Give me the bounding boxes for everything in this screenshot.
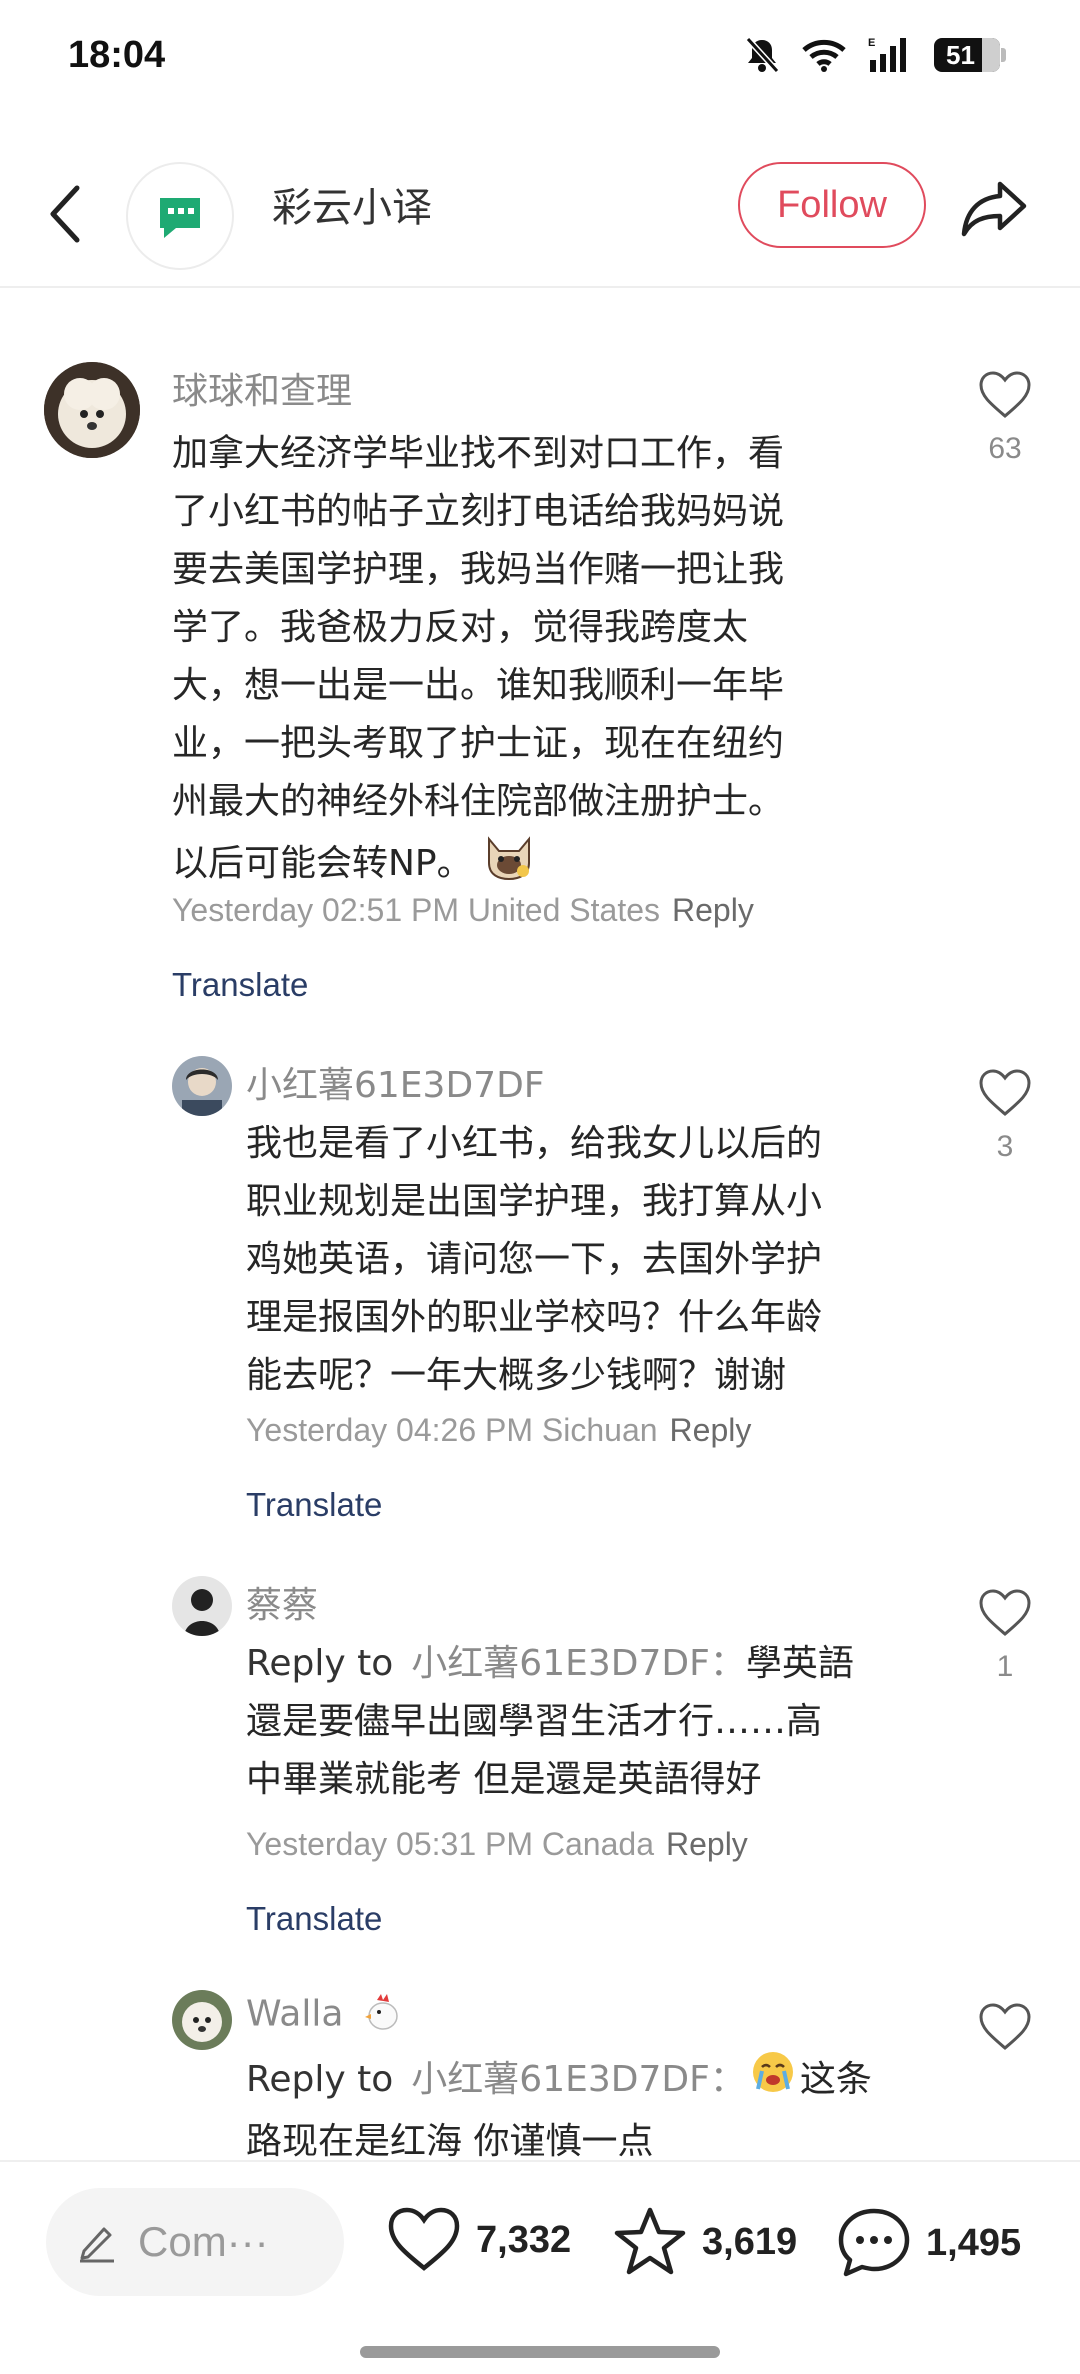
signal-icon: E (868, 37, 906, 72)
reply-button[interactable]: Reply (670, 1412, 752, 1448)
heart-icon (979, 1069, 1031, 1116)
home-indicator[interactable] (360, 2346, 720, 2358)
like-post-button[interactable]: 7,332 (386, 2206, 571, 2274)
comment-timestamp-location: Yesterday 04:26 PM Sichuan (246, 1412, 658, 1448)
post-header: 彩云小译 Follow (0, 140, 1080, 288)
comment-text-line: 能去呢？一年大概多少钱啊？谢谢 (246, 1355, 787, 1396)
dog-avatar-icon (44, 362, 140, 458)
comment-meta: Yesterday 05:31 PM Canada Reply (246, 1826, 748, 1863)
comment-text: Reply to 小红薯61E3D7DF： 这条 路现在是红海 你谨慎一点 (246, 2049, 936, 2171)
pencil-icon (80, 2227, 114, 2263)
comment-text-line: 加拿大经济学毕业找不到对口工作，看 (172, 433, 785, 474)
cat-emoji-icon (483, 831, 535, 899)
comment-input[interactable]: Com··· (46, 2188, 344, 2296)
heart-icon (979, 1589, 1031, 1636)
comment-text-line: 理是报国外的职业学校吗？什么年龄 (246, 1297, 823, 1338)
reply-to-label: Reply to (246, 1643, 394, 1684)
reply-target-username[interactable]: 小红薯61E3D7DF (411, 2059, 710, 2100)
comment-text-line: 这条 (799, 2059, 872, 2100)
comment-text: 加拿大经济学毕业找不到对口工作，看 了小红书的帖子立刻打电话给我妈妈说 要去美国… (172, 425, 912, 899)
comment-timestamp-location: Yesterday 05:31 PM Canada (246, 1826, 654, 1862)
collect-button[interactable]: 3,619 (612, 2206, 797, 2278)
comment-text-line: 中畢業就能考 但是還是英語得好 (246, 1759, 762, 1800)
heart-icon (388, 2207, 460, 2271)
chat-bubble-logo-icon (160, 198, 200, 238)
like-button[interactable]: 63 (970, 370, 1040, 466)
comment-text-line: Reply to 小红薯61E3D7DF： 这条 (246, 2049, 936, 2113)
comment-bubble-icon (838, 2208, 910, 2277)
collect-count: 3,619 (702, 2220, 798, 2263)
comment-text-line: 学了。我爸极力反对，觉得我跨度太 (172, 607, 749, 648)
comment-text-line: 以后可能会转NP。 (172, 843, 473, 884)
comment-text-line: 還是要儘早出國學習生活才行……高 (246, 1701, 823, 1742)
comment-text: 我也是看了小红书，给我女儿以后的 职业规划是出国学护理，我打算从小 鸡她英语，请… (246, 1115, 926, 1405)
comment-text-line: 鸡她英语，请问您一下，去国外学护 (246, 1239, 823, 1280)
svg-text:E: E (868, 37, 875, 49)
comment-username[interactable]: 小红薯61E3D7DF (246, 1056, 545, 1108)
comment-timestamp-location: Yesterday 02:51 PM United States (172, 892, 660, 928)
like-button[interactable]: 1 (970, 1588, 1040, 1684)
reply-to-label: Reply to (246, 2059, 394, 2100)
like-count: 1 (996, 1650, 1014, 1683)
comment-count: 1,495 (926, 2221, 1022, 2264)
avatar[interactable] (172, 1056, 232, 1116)
crying-face-emoji-icon (750, 2049, 796, 2113)
follow-button[interactable]: Follow (738, 162, 926, 248)
avatar[interactable] (44, 362, 140, 458)
heart-icon (979, 2003, 1031, 2050)
comment-text-line: 州最大的神经外科住院部做注册护士。 (172, 781, 785, 822)
like-count: 3 (996, 1130, 1014, 1163)
comment-text-line: 要去美国学护理，我妈当作赌一把让我 (172, 549, 785, 590)
comment-meta: Yesterday 02:51 PM United States Reply (172, 892, 754, 929)
mute-bell-icon (745, 36, 780, 74)
author-avatar[interactable] (126, 162, 234, 270)
comment-text-line: Reply to 小红薯61E3D7DF：學英語 (246, 1643, 854, 1684)
comment-username[interactable]: 蔡蔡 (246, 1576, 318, 1628)
translate-link[interactable]: Translate (246, 1486, 382, 1524)
comment-text-line: 以后可能会转NP。 (172, 831, 912, 899)
chevron-left-icon (50, 185, 80, 243)
share-arrow-icon (961, 181, 1027, 237)
comment-text-line: 學英語 (745, 1643, 854, 1684)
battery-level: 51 (946, 39, 975, 70)
like-button[interactable] (970, 2002, 1040, 2056)
comment-meta: Yesterday 04:26 PM Sichuan Reply (246, 1412, 751, 1449)
reply-button[interactable]: Reply (666, 1826, 748, 1862)
star-icon (614, 2207, 686, 2275)
comments-button[interactable]: 1,495 (836, 2206, 1021, 2280)
like-button[interactable]: 3 (970, 1068, 1040, 1164)
dog-avatar-icon (172, 1990, 232, 2050)
status-time: 18:04 (68, 34, 166, 76)
comment-placeholder: Com··· (138, 2218, 269, 2265)
comment-text-line: 了小红书的帖子立刻打电话给我妈妈说 (172, 491, 785, 532)
author-name[interactable]: 彩云小译 (272, 180, 432, 236)
comment-text-line: 职业规划是出国学护理，我打算从小 (246, 1181, 823, 1222)
translate-link[interactable]: Translate (246, 1900, 382, 1938)
back-button[interactable] (40, 174, 90, 254)
chicken-emoji-icon (361, 1990, 405, 2041)
heart-icon (979, 371, 1031, 418)
wifi-icon (802, 39, 846, 72)
share-button[interactable] (956, 170, 1032, 246)
reply-button[interactable]: Reply (672, 892, 754, 928)
translate-link[interactable]: Translate (172, 966, 308, 1004)
avatar[interactable] (172, 1990, 232, 2050)
avatar[interactable] (172, 1576, 232, 1636)
comment-text-line: 大，想一出是一出。谁知我顺利一年毕 (172, 665, 785, 706)
bottom-action-bar: Com··· 7,332 3,619 1,495 (0, 2160, 1080, 2374)
comment-text-line: 业，一把头考取了护士证，现在在纽约 (172, 723, 785, 764)
comment-text: Reply to 小红薯61E3D7DF：學英語 還是要儘早出國學習生活才行……高… (246, 1635, 936, 1809)
status-bar: 18:04 E 51 (0, 0, 1080, 120)
comment-username[interactable]: Walla (246, 1990, 405, 2041)
comment-username-text: Walla (246, 1993, 344, 2035)
like-count: 7,332 (476, 2218, 572, 2261)
battery-icon: 51 (934, 38, 1006, 72)
comment-text-line: 我也是看了小红书，给我女儿以后的 (246, 1123, 823, 1164)
status-icons: E 51 (744, 36, 1006, 74)
comment-username[interactable]: 球球和查理 (172, 362, 352, 414)
user-photo-icon (172, 1576, 232, 1636)
like-count: 63 (988, 432, 1022, 465)
user-photo-icon (172, 1056, 232, 1116)
reply-target-username[interactable]: 小红薯61E3D7DF (411, 1643, 710, 1684)
